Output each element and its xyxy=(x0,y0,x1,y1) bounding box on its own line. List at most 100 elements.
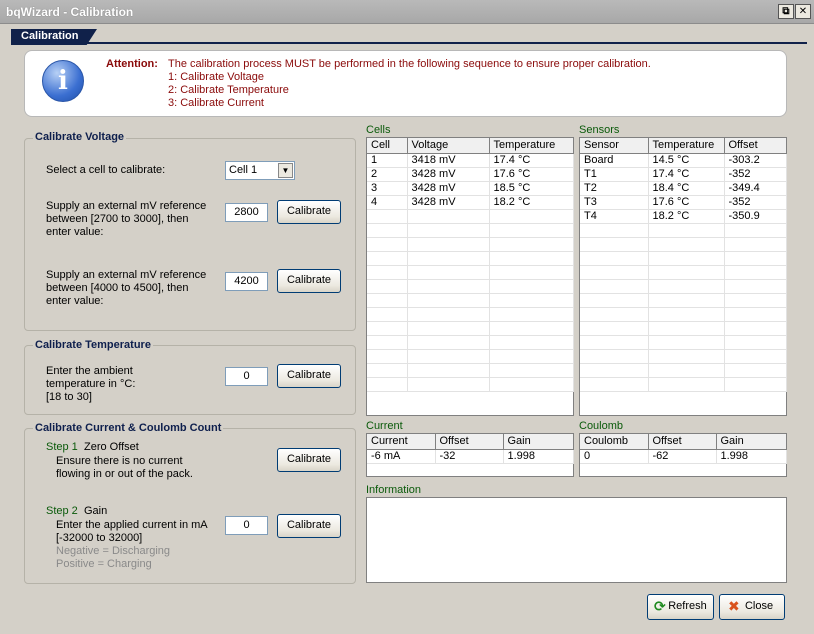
close-x-icon: ✖ xyxy=(728,598,740,614)
empty-row xyxy=(580,349,787,364)
empty-row xyxy=(580,279,787,294)
table-row[interactable]: -6 mA -32 1.998 xyxy=(367,449,574,464)
column-header[interactable]: Cell xyxy=(367,138,408,154)
empty-row xyxy=(580,321,787,336)
column-header[interactable]: Gain xyxy=(716,434,787,450)
information-label: Information xyxy=(366,484,422,496)
empty-row xyxy=(367,293,574,308)
empty-row xyxy=(580,237,787,252)
empty-row xyxy=(580,335,787,350)
column-header[interactable]: Temperature xyxy=(648,138,725,154)
refresh-label: Refresh xyxy=(668,600,707,612)
attention-line: 1: Calibrate Voltage xyxy=(168,71,265,83)
empty-row xyxy=(580,223,787,238)
empty-row xyxy=(580,363,787,378)
column-header[interactable]: Temperature xyxy=(489,138,574,154)
refresh-icon: ⟳ xyxy=(654,598,666,614)
restore-icon[interactable]: ⧉ xyxy=(778,4,794,19)
table-row[interactable]: 1 3418 mV 17.4 °C xyxy=(367,153,574,168)
attention-label: Attention: xyxy=(106,58,158,70)
column-header[interactable]: Voltage xyxy=(407,138,490,154)
empty-row xyxy=(367,265,574,280)
temperature-input[interactable]: 0 xyxy=(225,367,268,386)
step1-name: Zero Offset xyxy=(84,441,139,453)
empty-row xyxy=(580,265,787,280)
table-row[interactable]: T4 18.2 °C -350.9 xyxy=(580,209,787,224)
cells-label: Cells xyxy=(366,124,391,136)
cells-grid[interactable]: Cell Voltage Temperature 1 3418 mV 17.4 °C… xyxy=(366,137,574,416)
current-grid[interactable]: Current Offset Gain -6 mA -32 1.998 xyxy=(366,433,574,477)
coulomb-label: Coulomb xyxy=(579,420,624,432)
attention-line: The calibration process MUST be performe… xyxy=(168,58,651,70)
header-strip xyxy=(11,29,807,44)
calibrate-zero-offset-button[interactable]: Calibrate xyxy=(277,448,341,472)
step2-instructions: Enter the applied current in mA [-32000 … xyxy=(56,519,208,570)
attention-line: 3: Calibrate Current xyxy=(168,97,264,109)
close-button[interactable]: ✖ Close xyxy=(719,594,785,620)
empty-row xyxy=(580,377,787,392)
column-header[interactable]: Offset xyxy=(724,138,787,154)
empty-row xyxy=(367,335,574,350)
sensors-grid[interactable]: Sensor Temperature Offset Board 14.5 °C -3… xyxy=(579,137,787,416)
coulomb-grid[interactable]: Coulomb Offset Gain 0 -62 1.998 xyxy=(579,433,787,477)
table-row[interactable]: 4 3428 mV 18.2 °C xyxy=(367,195,574,210)
table-row[interactable]: Board 14.5 °C -303.2 xyxy=(580,153,787,168)
step2-name: Gain xyxy=(84,505,108,517)
column-header[interactable]: Offset xyxy=(648,434,717,450)
title-bar: bqWizard - Calibration xyxy=(0,0,814,24)
empty-row xyxy=(580,251,787,266)
window-title: bqWizard - Calibration xyxy=(6,5,134,19)
column-header[interactable]: Current xyxy=(367,434,436,450)
calibrate-voltage-title: Calibrate Voltage xyxy=(33,131,127,143)
table-row[interactable]: 3 3428 mV 18.5 °C xyxy=(367,181,574,196)
temperature-instructions: Enter the ambient temperature in °C: [18… xyxy=(46,365,136,403)
attention-line: 2: Calibrate Temperature xyxy=(168,84,289,96)
select-cell-label: Select a cell to calibrate: xyxy=(46,164,166,176)
calibrate-temperature-title: Calibrate Temperature xyxy=(33,339,153,351)
empty-row xyxy=(367,377,574,392)
column-header[interactable]: Coulomb xyxy=(580,434,649,450)
gain-current-input[interactable]: 0 xyxy=(225,516,268,535)
empty-row xyxy=(580,293,787,308)
calibrate-voltage-high-button[interactable]: Calibrate xyxy=(277,269,341,293)
empty-row xyxy=(367,209,574,224)
column-header[interactable]: Sensor xyxy=(580,138,649,154)
close-icon[interactable]: ✕ xyxy=(795,4,811,19)
voltage-low-instructions: Supply an external mV reference between … xyxy=(46,200,207,238)
empty-row xyxy=(367,251,574,266)
column-header[interactable]: Gain xyxy=(503,434,574,450)
empty-row xyxy=(367,321,574,336)
voltage-high-input[interactable]: 4200 xyxy=(225,272,268,291)
empty-row xyxy=(580,307,787,322)
calibrate-current-title: Calibrate Current & Coulomb Count xyxy=(33,422,224,434)
voltage-low-input[interactable]: 2800 xyxy=(225,203,268,222)
table-row[interactable]: T2 18.4 °C -349.4 xyxy=(580,181,787,196)
empty-row xyxy=(367,237,574,252)
sensors-label: Sensors xyxy=(579,124,620,136)
step2-label: Step 2 xyxy=(46,505,78,517)
empty-row xyxy=(367,279,574,294)
empty-row xyxy=(367,223,574,238)
calibration-tab: Calibration xyxy=(11,29,97,45)
refresh-button[interactable]: ⟳ Refresh xyxy=(647,594,714,620)
close-label: Close xyxy=(744,600,774,612)
calibrate-voltage-low-button[interactable]: Calibrate xyxy=(277,200,341,224)
information-textbox[interactable] xyxy=(366,497,787,583)
step1-instructions: Ensure there is no current flowing in or… xyxy=(56,455,193,480)
chevron-down-icon[interactable]: ▼ xyxy=(278,163,293,178)
step1-label: Step 1 xyxy=(46,441,78,453)
info-icon: i xyxy=(42,60,84,102)
table-row[interactable]: T1 17.4 °C -352 xyxy=(580,167,787,182)
table-row[interactable]: T3 17.6 °C -352 xyxy=(580,195,787,210)
empty-row xyxy=(367,349,574,364)
table-row[interactable]: 0 -62 1.998 xyxy=(580,449,787,464)
cell-select[interactable]: Cell 1 ▼ xyxy=(225,161,295,180)
current-label: Current xyxy=(366,420,403,432)
calibrate-gain-button[interactable]: Calibrate xyxy=(277,514,341,538)
column-header[interactable]: Offset xyxy=(435,434,504,450)
calibrate-temperature-button[interactable]: Calibrate xyxy=(277,364,341,388)
empty-row xyxy=(367,307,574,322)
empty-row xyxy=(367,363,574,378)
table-row[interactable]: 2 3428 mV 17.6 °C xyxy=(367,167,574,182)
voltage-high-instructions: Supply an external mV reference between … xyxy=(46,269,207,307)
